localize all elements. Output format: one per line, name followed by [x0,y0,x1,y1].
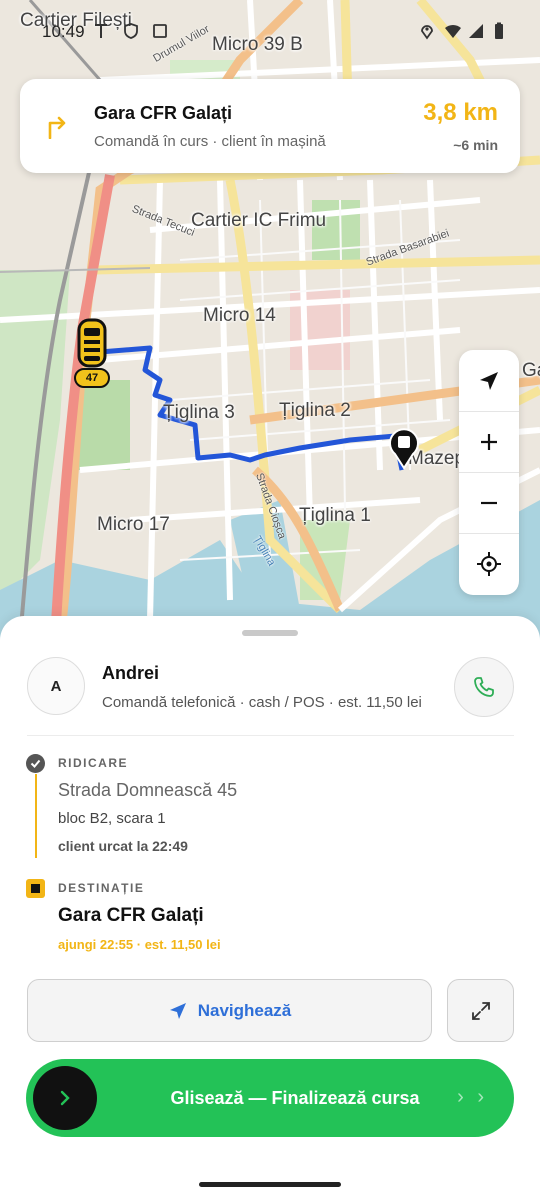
navigation-mode-button[interactable] [459,350,519,411]
navigate-button[interactable]: Navighează [27,979,432,1042]
pickup-section-label: RIDICARE [58,756,129,770]
map-label-tiglina-3: Țiglina 3 [163,402,235,423]
status-bar: 10:49 [0,0,540,62]
recenter-button[interactable] [459,533,519,594]
pickup-detail: bloc B2, scara 1 [58,810,166,827]
location-icon [421,25,433,40]
chevron-right-icon [60,1090,70,1106]
destination-pin[interactable] [387,426,421,470]
nav-status-subtitle: Comandă în curs · client în mașină [94,133,326,150]
map-label-micro-14: Micro 14 [203,305,276,326]
check-circle-icon [26,754,45,773]
divider [27,735,514,736]
pickup-time: client urcat la 22:49 [58,838,188,854]
destination-eta: ajungi 22:55 · est. 11,50 lei [58,937,221,952]
map-label-ga: Ga [522,360,540,381]
trip-timeline-line [35,774,37,858]
slide-to-finish[interactable]: Glisează — Finalizează cursa › › [26,1059,514,1137]
phone-icon [474,677,494,697]
pickup-address: Strada Domnească 45 [58,780,238,800]
battery-icon [495,22,503,39]
map-label-tiglina-2: Țiglina 2 [279,400,351,421]
zoom-in-button[interactable] [459,411,519,472]
client-name: Andrei [102,663,160,683]
navigation-card[interactable]: Gara CFR Galați Comandă în curs · client… [20,79,520,173]
zoom-out-button[interactable] [459,472,519,533]
signal-icon [469,24,483,38]
expand-button[interactable] [447,979,514,1042]
car-badge: 47 [74,368,110,388]
shield-icon [124,23,138,39]
sheet-drag-handle[interactable] [242,630,298,636]
zoom-in-icon [481,434,497,450]
destination-section-label: DESTINAȚIE [58,881,145,895]
slide-arrows: › › [457,1086,488,1108]
bottom-sheet: A Andrei Comandă telefonică · cash / POS… [0,616,540,1200]
navigation-arrow-icon [480,371,498,390]
map-label-cartier-ic-frimu: Cartier IC Frimu [191,210,327,231]
nav-eta: ~6 min [453,137,498,153]
nav-destination-title: Gara CFR Galați [94,103,233,123]
client-order-info: Comandă telefonică · cash / POS · est. 1… [102,694,422,711]
navigate-button-label: Navighează [197,1000,292,1020]
map-controls [459,350,519,595]
taxi-car-icon [77,318,107,368]
recenter-icon [477,552,501,576]
screenshot-icon [153,24,167,38]
slide-to-finish-label: Glisează — Finalizează cursa [170,1087,420,1108]
expand-icon [471,1001,490,1020]
status-time: 10:49 [42,22,85,41]
call-client-button[interactable] [454,657,514,717]
car-marker[interactable]: 47 [74,318,110,392]
destination-square-icon [26,879,45,898]
map-pin-icon [389,428,419,470]
map-label-micro-17: Micro 17 [97,514,170,535]
map-label-tiglina-1: Țiglina 1 [299,505,371,526]
navigation-arrow-icon [169,1002,186,1019]
signal-t-icon [95,24,107,38]
nav-distance: 3,8 km [423,99,498,126]
turn-right-icon [48,116,66,139]
wifi-icon [445,24,461,38]
zoom-out-icon [481,501,497,505]
slide-knob[interactable] [33,1066,97,1130]
home-indicator[interactable] [199,1182,341,1187]
destination-address: Gara CFR Galați [58,905,204,926]
client-avatar: A [27,657,85,715]
